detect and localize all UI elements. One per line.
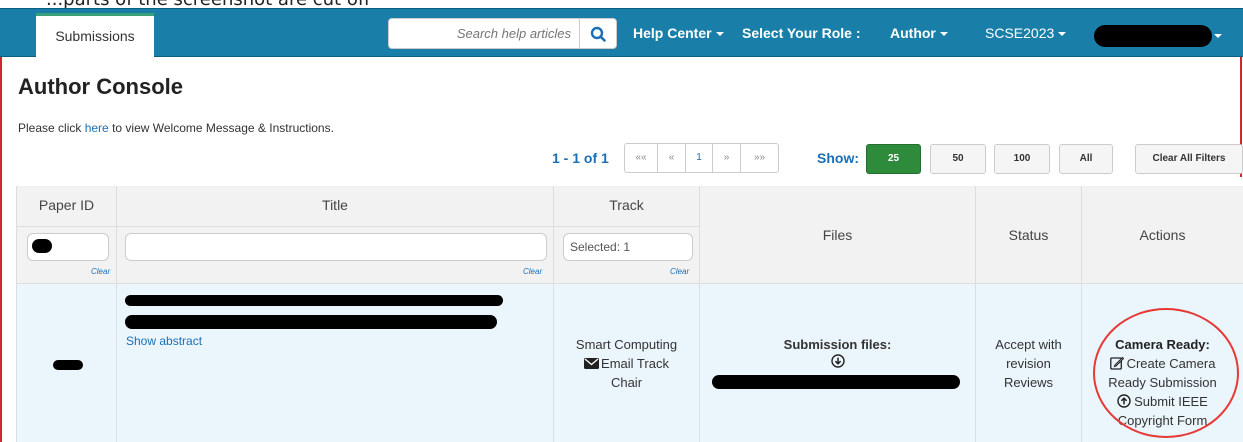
- email-track-line-1: Email Track: [601, 356, 669, 371]
- role-label: Select Your Role :: [742, 25, 861, 41]
- paper-id-filter[interactable]: [27, 233, 109, 261]
- header-status-label: Status: [1008, 227, 1049, 243]
- header-title: Title Clear: [117, 186, 554, 284]
- status-line-2: revision: [1006, 356, 1051, 371]
- title-filter[interactable]: [125, 233, 547, 261]
- top-navbar: Submissions Help Center Select Your Role…: [0, 8, 1243, 58]
- page-title: Author Console: [18, 74, 183, 99]
- reviews-link[interactable]: Reviews: [976, 373, 1081, 392]
- clear-all-filters-button[interactable]: Clear All Filters: [1135, 144, 1243, 174]
- header-track: Track Selected: 1 Clear: [554, 186, 700, 284]
- welcome-suffix: to view Welcome Message & Instructions.: [108, 121, 334, 135]
- left-edge-marker: [0, 57, 2, 442]
- page-size-25[interactable]: 25: [866, 144, 921, 174]
- chevron-down-icon: [939, 32, 948, 37]
- chevron-down-icon: [1058, 32, 1067, 37]
- email-track-chair-link[interactable]: Email Track: [554, 354, 699, 373]
- chevron-down-icon: [1214, 34, 1222, 38]
- redacted-paper-id-filter: [32, 239, 52, 253]
- user-menu[interactable]: [1094, 20, 1229, 52]
- cell-files: Submission files:: [700, 284, 976, 442]
- search-button[interactable]: [579, 18, 617, 49]
- header-divider: [117, 226, 553, 227]
- redacted-title-line-2: [125, 315, 497, 329]
- pager-count: 1 - 1 of 1: [552, 150, 609, 166]
- chevron-down-icon: [715, 32, 724, 37]
- header-track-label: Track: [609, 197, 644, 213]
- conference-menu[interactable]: SCSE2023: [985, 25, 1067, 41]
- conference-label: SCSE2023: [985, 25, 1055, 41]
- pager-prev-button[interactable]: «: [657, 143, 686, 173]
- cell-track: Smart Computing Email Track Chair: [554, 284, 700, 442]
- pager-first-button[interactable]: ««: [624, 143, 658, 173]
- show-label: Show:: [817, 150, 859, 166]
- download-icon: [831, 354, 845, 368]
- help-center-menu[interactable]: Help Center: [633, 25, 724, 41]
- pager-next-button[interactable]: »: [712, 143, 741, 173]
- paper-id-clear-link[interactable]: Clear: [91, 267, 110, 276]
- header-files: Files: [700, 186, 976, 284]
- title-clear-link[interactable]: Clear: [523, 267, 542, 276]
- show-abstract-link[interactable]: Show abstract: [126, 334, 202, 348]
- top-caption-fragment: ...parts of the screenshot are cut off: [0, 0, 1243, 8]
- header-title-label: Title: [322, 197, 348, 213]
- role-value: Author: [890, 25, 936, 41]
- header-divider: [17, 226, 116, 227]
- header-actions-label: Actions: [1139, 227, 1186, 243]
- page-size-50[interactable]: 50: [930, 144, 986, 174]
- redacted-file-name: [712, 375, 960, 389]
- status-line-1: Accept with: [995, 337, 1062, 352]
- welcome-link[interactable]: here: [85, 121, 109, 135]
- redacted-paper-id: [53, 360, 83, 370]
- role-menu[interactable]: Author: [890, 25, 948, 41]
- redacted-user-name: [1094, 25, 1212, 47]
- envelope-icon: [584, 358, 600, 369]
- header-divider: [554, 226, 699, 227]
- header-paper-id-label: Paper ID: [38, 197, 95, 213]
- welcome-prefix: Please click: [18, 121, 85, 135]
- search-input[interactable]: [388, 18, 580, 49]
- submissions-table: Paper ID Clear Title Clear Track Selecte…: [16, 186, 1243, 442]
- cell-status: Accept with revision Reviews: [976, 284, 1082, 442]
- header-status: Status: [976, 186, 1082, 284]
- page-size-100[interactable]: 100: [994, 144, 1050, 174]
- email-track-line-2[interactable]: Chair: [554, 373, 699, 392]
- header-paper-id: Paper ID Clear: [17, 186, 117, 284]
- pager-page-1[interactable]: 1: [685, 143, 713, 173]
- track-name: Smart Computing: [575, 337, 678, 352]
- top-caption-text: ...parts of the screenshot are cut off: [46, 0, 370, 8]
- cell-title: Show abstract: [117, 284, 554, 442]
- submission-files-label: Submission files:: [783, 337, 892, 352]
- header-files-label: Files: [822, 227, 853, 243]
- download-button[interactable]: [831, 354, 845, 373]
- pager-last-button[interactable]: »»: [740, 143, 779, 173]
- redacted-title-line-1: [125, 295, 503, 306]
- cell-paper-id: [17, 284, 117, 442]
- header-actions: Actions: [1082, 186, 1243, 284]
- help-search: [388, 18, 618, 49]
- track-filter-select[interactable]: Selected: 1: [563, 233, 693, 261]
- annotation-highlight-ellipse: [1093, 308, 1239, 438]
- search-icon: [590, 26, 606, 42]
- track-clear-link[interactable]: Clear: [670, 267, 689, 276]
- page-size-all[interactable]: All: [1059, 144, 1113, 174]
- help-center-label: Help Center: [633, 25, 712, 41]
- welcome-message: Please click here to view Welcome Messag…: [18, 121, 334, 135]
- tab-submissions[interactable]: Submissions: [36, 13, 154, 58]
